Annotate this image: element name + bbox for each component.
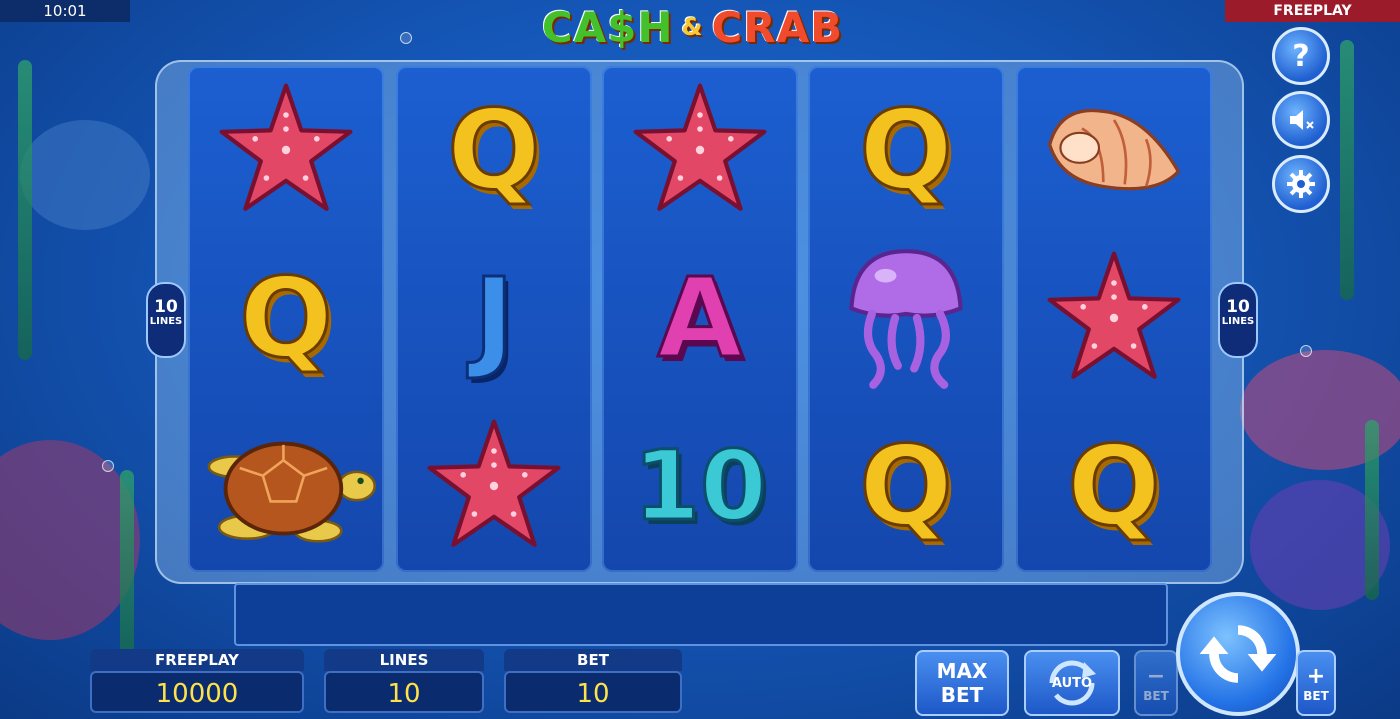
bet-value: 10 xyxy=(504,671,682,713)
autoplay-button[interactable]: AUTO xyxy=(1024,650,1120,716)
starfish-symbol xyxy=(188,66,384,234)
jellyfish-symbol xyxy=(808,234,1004,402)
letter-symbol: Q xyxy=(808,402,1004,570)
symbol-q: Q xyxy=(238,254,335,382)
help-icon: ? xyxy=(1292,38,1310,74)
reel-2: Q J xyxy=(396,66,592,572)
starfish-icon xyxy=(625,80,775,220)
lines-panel: LINES 10 xyxy=(324,649,484,713)
letter-symbol: J xyxy=(396,234,592,402)
letter-symbol: Q xyxy=(1016,402,1212,570)
symbol-10: 10 xyxy=(632,430,769,542)
lines-indicator-right: 10 LINES xyxy=(1218,282,1258,358)
letter-symbol: Q xyxy=(396,66,592,234)
logo-ampersand: & xyxy=(681,13,704,41)
shell-symbol xyxy=(1016,66,1212,234)
symbol-q: Q xyxy=(446,86,543,214)
freeplay-panel: FREEPLAY 10000 xyxy=(90,649,304,713)
minus-icon: − xyxy=(1146,663,1166,689)
reel-5: Q xyxy=(1016,66,1212,572)
starfish-icon xyxy=(419,416,569,556)
lines-indicator-left: 10 LINES xyxy=(146,282,186,358)
turtle-icon xyxy=(196,421,376,551)
logo-word-cash: CA$H xyxy=(541,2,674,52)
gear-icon xyxy=(1287,170,1315,198)
max-bet-button[interactable]: MAX BET xyxy=(915,650,1009,716)
turtle-symbol xyxy=(188,402,384,570)
spin-icon xyxy=(1198,614,1278,694)
starfish-symbol xyxy=(1016,234,1212,402)
letter-symbol: 10 xyxy=(602,402,798,570)
reel-3: A 10 xyxy=(602,66,798,572)
decrease-bet-label: BET xyxy=(1143,688,1169,703)
lines-label: LINES xyxy=(149,316,183,327)
lines-value: 10 xyxy=(324,671,484,713)
starfish-icon xyxy=(211,80,361,220)
letter-symbol: A xyxy=(602,234,798,402)
game-logo: CA$H & CRAB xyxy=(505,0,880,54)
reel-4: Q Q xyxy=(808,66,1004,572)
symbol-a: A xyxy=(656,254,744,382)
max-bet-line2: BET xyxy=(940,683,984,707)
symbol-q: Q xyxy=(858,422,955,550)
clock: 10:01 xyxy=(0,0,130,22)
shell-icon xyxy=(1039,95,1189,205)
letter-symbol: Q xyxy=(188,234,384,402)
reel-1: Q xyxy=(188,66,384,572)
lines-count: 10 xyxy=(1226,297,1250,317)
autoplay-label: AUTO xyxy=(1051,676,1093,691)
symbol-q: Q xyxy=(858,86,955,214)
decrease-bet-button[interactable]: − BET xyxy=(1134,650,1178,716)
sound-toggle-button[interactable] xyxy=(1272,91,1330,149)
lines-label: LINES xyxy=(324,649,484,671)
plus-icon: + xyxy=(1306,663,1326,689)
increase-bet-label: BET xyxy=(1303,688,1329,703)
settings-button[interactable] xyxy=(1272,155,1330,213)
message-bar xyxy=(234,583,1168,646)
symbol-j: J xyxy=(472,254,516,382)
jellyfish-icon xyxy=(836,243,976,393)
starfish-icon xyxy=(1039,248,1189,388)
spin-button[interactable] xyxy=(1176,592,1300,716)
freeplay-mode-badge: FREEPLAY xyxy=(1225,0,1400,22)
lines-count: 10 xyxy=(154,297,178,317)
help-button[interactable]: ? xyxy=(1272,27,1330,85)
speaker-muted-icon xyxy=(1290,110,1314,130)
logo-word-crab: CRAB xyxy=(711,2,844,52)
bet-panel: BET 10 xyxy=(504,649,682,713)
lines-label: LINES xyxy=(1221,316,1255,327)
bet-label: BET xyxy=(504,649,682,671)
starfish-symbol xyxy=(602,66,798,234)
letter-symbol: Q xyxy=(808,66,1004,234)
freeplay-value: 10000 xyxy=(90,671,304,713)
freeplay-label: FREEPLAY xyxy=(90,649,304,671)
starfish-symbol xyxy=(396,402,592,570)
max-bet-line1: MAX xyxy=(936,659,988,683)
increase-bet-button[interactable]: + BET xyxy=(1296,650,1336,716)
symbol-q: Q xyxy=(1066,422,1163,550)
